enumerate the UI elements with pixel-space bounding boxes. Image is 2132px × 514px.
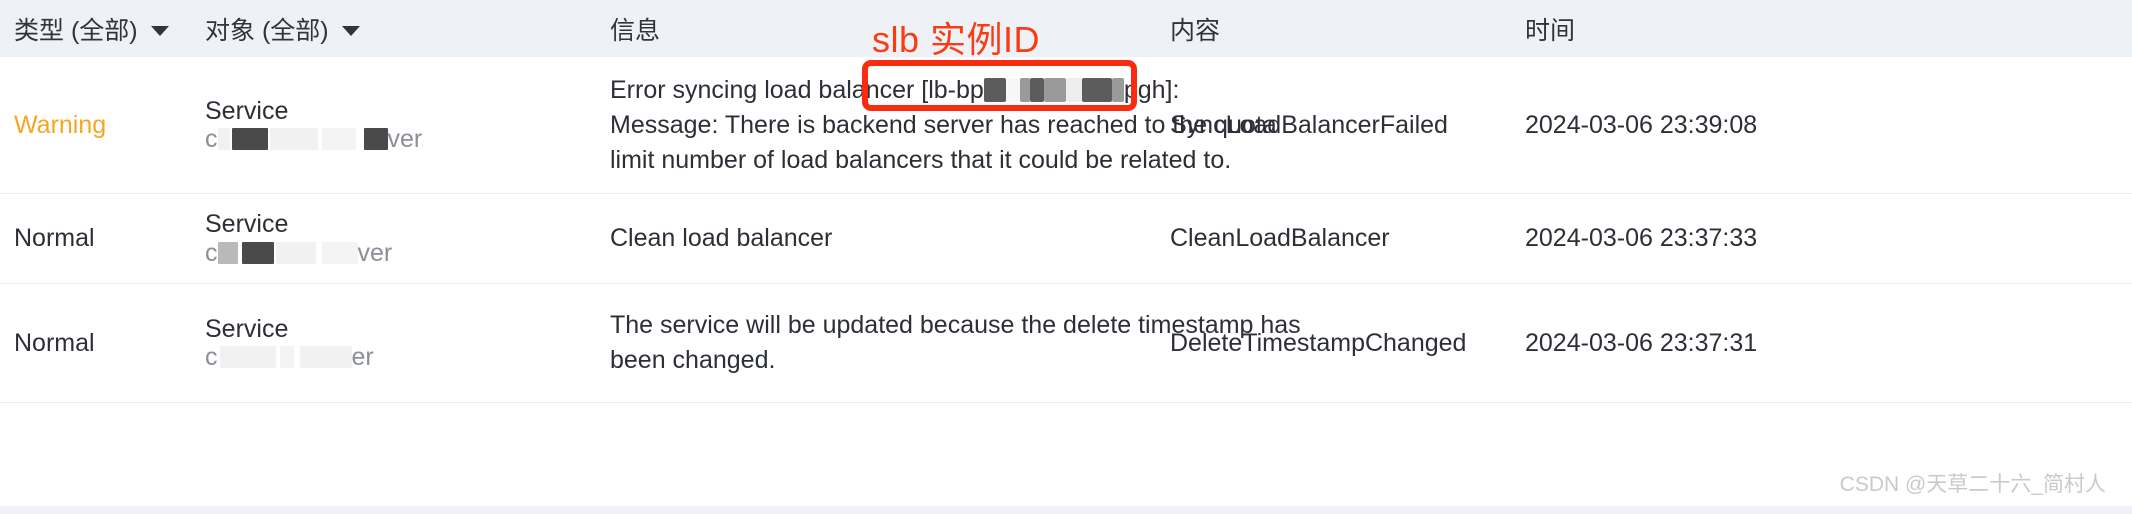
redaction-block xyxy=(321,128,356,151)
footer-strip xyxy=(0,506,2132,514)
object-name-prefix: c xyxy=(205,125,218,153)
redaction-block xyxy=(299,346,352,369)
event-reason-cell: CleanLoadBalancer xyxy=(1170,224,1390,252)
object-name-suffix: er xyxy=(351,343,374,371)
slb-id-prefix: [lb-bp xyxy=(921,75,984,104)
event-message-cell: Error syncing load balancer [lb-bp pgh]: … xyxy=(560,73,1277,178)
table-row[interactable]: Normal Service c ver Clean load balancer… xyxy=(0,194,2132,284)
event-type-cell: Warning xyxy=(0,111,205,140)
event-message-line: The service will be updated because the … xyxy=(610,311,1301,339)
event-message-text: Error syncing load balancer xyxy=(610,75,915,104)
watermark: CSDN @天草二十六_简村人 xyxy=(1839,473,2106,496)
column-header-content: 内容 xyxy=(1170,11,1525,47)
column-header-content-label: 内容 xyxy=(1170,16,1221,45)
slb-instance-id: [lb-bp pgh]: xyxy=(921,76,1179,104)
table-row[interactable]: Warning Service c ver Error syncing load… xyxy=(0,57,2132,194)
event-type-cell: Normal xyxy=(0,224,205,253)
status-badge: Warning xyxy=(14,110,107,139)
event-message-line: Clean load balancer xyxy=(610,224,833,252)
redaction-block xyxy=(1065,77,1082,102)
redaction-block xyxy=(1081,77,1112,102)
event-message-cell: The service will be updated because the … xyxy=(560,308,1301,378)
column-header-time: 时间 xyxy=(1525,11,2132,47)
status-badge: Normal xyxy=(14,328,95,357)
object-name-prefix: c xyxy=(205,238,218,267)
object-name-suffix: ver xyxy=(357,238,393,267)
object-kind-label: Service xyxy=(205,210,289,238)
event-message-line: been changed. xyxy=(610,346,776,374)
object-kind-label: Service xyxy=(205,96,289,125)
event-message-line: limit number of load balancers that it c… xyxy=(610,145,1232,174)
event-type-cell: Normal xyxy=(0,329,205,358)
redaction-block xyxy=(1019,77,1030,102)
chevron-down-icon[interactable] xyxy=(341,25,360,36)
redaction-block xyxy=(1043,77,1066,102)
table-row[interactable]: Normal Service c er The service will be … xyxy=(0,284,2132,403)
column-header-type[interactable]: 类型 (全部) xyxy=(0,11,205,47)
status-badge: Normal xyxy=(14,224,95,252)
event-message-line: Message: There is backend server has rea… xyxy=(610,110,1277,139)
event-time-cell: 2024-03-06 23:39:08 xyxy=(1525,110,1758,139)
slb-id-suffix: pgh]: xyxy=(1123,75,1180,104)
events-table: 类型 (全部) 对象 (全部) 信息 内容 时间 Warning Service… xyxy=(0,0,2132,514)
redaction-block xyxy=(219,346,276,369)
event-object-cell: Service c er xyxy=(205,314,560,373)
object-kind-label: Service xyxy=(205,314,289,343)
redaction-block xyxy=(217,128,230,151)
redaction-block xyxy=(363,128,388,151)
redaction-block xyxy=(1029,77,1044,102)
event-object-cell: Service c ver xyxy=(205,209,560,268)
object-name-label: c ver xyxy=(205,238,560,269)
redaction-block xyxy=(275,241,316,264)
annotation-label: slb 实例ID xyxy=(872,19,1041,60)
column-header-info: 信息 xyxy=(560,11,1170,47)
event-object-cell: Service c ver xyxy=(205,96,560,155)
object-name-prefix: c xyxy=(205,343,218,371)
redaction-block xyxy=(1005,77,1020,102)
object-name-label: c er xyxy=(205,342,560,373)
redaction-block xyxy=(1111,77,1124,102)
redaction-block xyxy=(231,128,268,151)
redaction-block xyxy=(269,128,318,151)
redaction-block xyxy=(321,241,358,264)
chevron-down-icon[interactable] xyxy=(150,25,169,36)
column-header-info-label: 信息 xyxy=(610,16,661,45)
event-message-line: Error syncing load balancer [lb-bp pgh]: xyxy=(610,73,1179,108)
column-header-object-label: 对象 (全部) xyxy=(205,16,329,45)
redaction-block xyxy=(279,346,294,369)
redaction-block xyxy=(217,241,238,264)
redaction-block xyxy=(983,77,1006,102)
column-header-time-label: 时间 xyxy=(1525,16,1576,45)
event-message-cell: Clean load balancer xyxy=(560,221,1170,256)
column-header-type-label: 类型 (全部) xyxy=(14,16,138,45)
event-time-cell: 2024-03-06 23:37:33 xyxy=(1525,224,1758,252)
redaction-block xyxy=(241,241,274,264)
column-header-object[interactable]: 对象 (全部) xyxy=(205,11,560,47)
table-header-row: 类型 (全部) 对象 (全部) 信息 内容 时间 xyxy=(0,0,2132,57)
object-name-label: c ver xyxy=(205,124,560,155)
event-time-cell: 2024-03-06 23:37:31 xyxy=(1525,328,1758,357)
object-name-suffix: ver xyxy=(387,125,423,153)
